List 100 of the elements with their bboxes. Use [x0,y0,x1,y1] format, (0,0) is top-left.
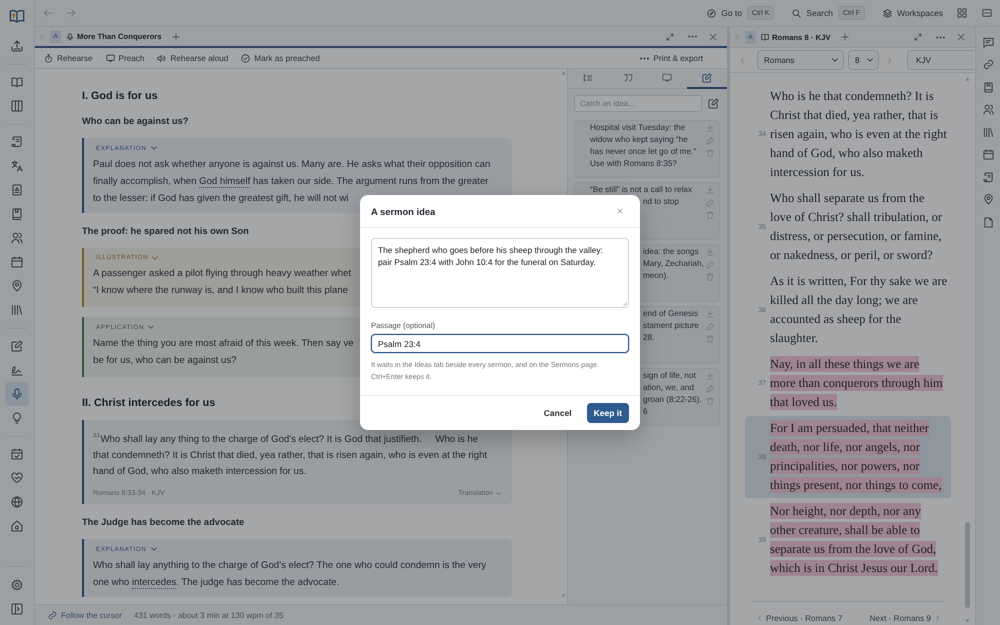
map-pin-icon [11,280,23,292]
term-link[interactable]: intercedes [132,576,176,589]
close-button[interactable] [617,208,623,214]
check-circle-icon [241,54,250,62]
print-export-button[interactable]: Print & export [640,50,703,66]
lightbulb-icon [11,412,23,424]
download-icon [706,372,714,380]
version-input[interactable]: KJV [907,50,974,70]
people-icon [982,104,994,116]
scroll-up-icon [964,77,970,81]
layers-icon [883,8,892,18]
plus-icon [840,33,849,41]
calendar-icon [11,256,23,268]
expand-icon [914,33,922,41]
rehearse-aloud-button[interactable]: Rehearse aloud [157,50,228,66]
close-pane-button[interactable] [956,32,966,42]
chevron-down-icon [496,490,501,496]
new-tab-button[interactable] [840,32,850,42]
trash-icon [706,273,714,281]
heart-icon [11,472,23,484]
globe-icon [11,496,23,508]
nav-button[interactable] [5,382,29,406]
preach-button[interactable]: Preach [106,50,144,66]
speech-bubble-icon [662,73,672,83]
search-icon [792,8,802,18]
previous-chapter-link[interactable]: Previous · Romans 7 [757,613,842,623]
edit-icon [708,98,719,109]
trash-icon [706,149,714,157]
trash-icon [706,397,714,405]
chapter-select[interactable]: 8 [848,50,879,70]
chevron-down-icon [152,254,158,260]
grid-icon [957,8,967,18]
scroll-down-icon [560,594,566,598]
book-logo-icon [9,8,25,24]
download-icon [706,186,714,194]
pencil-icon [706,198,714,206]
picture-frame-icon [11,184,23,196]
idea-text: idea: the songs Mary, Zechariah, meon). [643,246,705,282]
callout-text: A passenger asked a pilot flying through heavy weather whet “I know where the runway is, and I know who built this plane [93,267,352,298]
verse-text: Who is he that condemneth? It is Christ that died, yea rather, that is risen again, who is even at the right hand of God, who also maketh intercession for us. [770,88,948,181]
panel-icon [982,8,992,18]
pencil-icon [706,136,714,144]
open-book-icon [11,76,23,88]
scroll-up-icon [560,71,566,75]
speech-bubble-icon [106,54,115,62]
idea-text: end of Genesis stament picture 28. [643,308,700,344]
pencil-icon [706,260,714,268]
library-icon [11,304,23,316]
idea-textarea[interactable]: The shepherd who goes before his sheep through the valley: pair Psalm 23:4 with John 10:4 for the funeral on Saturday. [371,238,629,308]
link-icon [48,610,57,620]
chevron-right-icon [887,56,892,64]
next-chapter-link[interactable]: Next · Romans 9 [870,613,940,623]
chevron-left-icon [757,614,762,622]
chevron-right-icon [935,614,940,622]
download-icon [706,310,714,318]
subsection-heading: The proof: he spared not his own Son [82,224,249,238]
confirm-button[interactable]: Keep it [586,403,629,423]
chevron-down-icon [150,546,157,552]
follow-cursor-toggle[interactable]: Follow the cursor [48,610,122,620]
mark-preached-button[interactable]: Mark as preached [241,50,320,66]
chevron-down-icon [867,57,873,63]
close-pane-button[interactable] [708,32,718,42]
add-idea-button[interactable] [708,98,719,109]
chevron-down-icon [150,145,157,151]
microphone-icon [66,32,74,40]
dialog-title: A sermon idea [371,206,436,216]
house-icon [11,520,23,532]
scroll-icon [11,136,23,148]
speaker-icon [157,54,166,62]
scrollbar-thumb[interactable] [964,522,970,608]
callout-text: Who shall lay anything to the charge of God’s elect? The one who could condemn is the very one who intercedes. The judge has become the advocate. [93,558,488,591]
expand-button[interactable] [665,32,675,42]
term-link[interactable]: God himself [199,176,250,188]
outline-icon [582,73,593,83]
callout-text: Paul does not ask whether anyone is against us. Many are. He asks what their opposition can finally accomplish, when God himself has taken our side. The argument runs from the greater to the lesser: if God has given the greatest gift, he will not wi [93,158,492,206]
workspaces-button[interactable]: Workspaces [883,3,943,23]
passage-input[interactable]: Psalm 23:4 [371,334,629,353]
signature-icon [11,364,23,376]
word-count: 431 words · about 3 min at 130 wpm of 35 [134,610,284,620]
idea-text: Hospital visit Tuesday: the widow who kept saying “he has never once let go of me.” Use with Romans 8:35? [590,122,698,170]
expand-button[interactable] [913,32,923,42]
scripture-text: $^{33}$Who shall lay any thing to the charge of God's elect? It is God that justifieth. Who is he that condemneth? It is Christ that died, yea rather, that is risen again, who is even at the right hand of God, who also maketh intercession for us. [93,432,488,480]
section-heading: I. God is for us [82,89,158,103]
columns-icon [11,100,23,112]
subsection-heading: The Judge has become the advocate [82,516,244,530]
new-tab-button[interactable] [170,32,181,42]
trash-icon [706,211,714,219]
open-book-icon [761,33,769,41]
edit-icon [702,73,712,83]
book-icon [982,82,994,93]
chevron-left-icon [740,56,745,64]
rehearse-button[interactable]: Rehearse [44,50,93,66]
arrow-left-icon [43,8,53,18]
cancel-button[interactable]: Cancel [542,403,574,423]
calendar-icon [982,149,994,160]
arrow-right-icon [66,8,76,18]
book-select[interactable]: Romans [757,50,844,70]
close-icon [709,32,717,40]
verse-text: Nor height, nor depth, nor any other creature, shall be able to separate us from the love of God, which is in Christ Jesus our Lord. [770,502,939,578]
resize-handle-icon [622,301,627,306]
